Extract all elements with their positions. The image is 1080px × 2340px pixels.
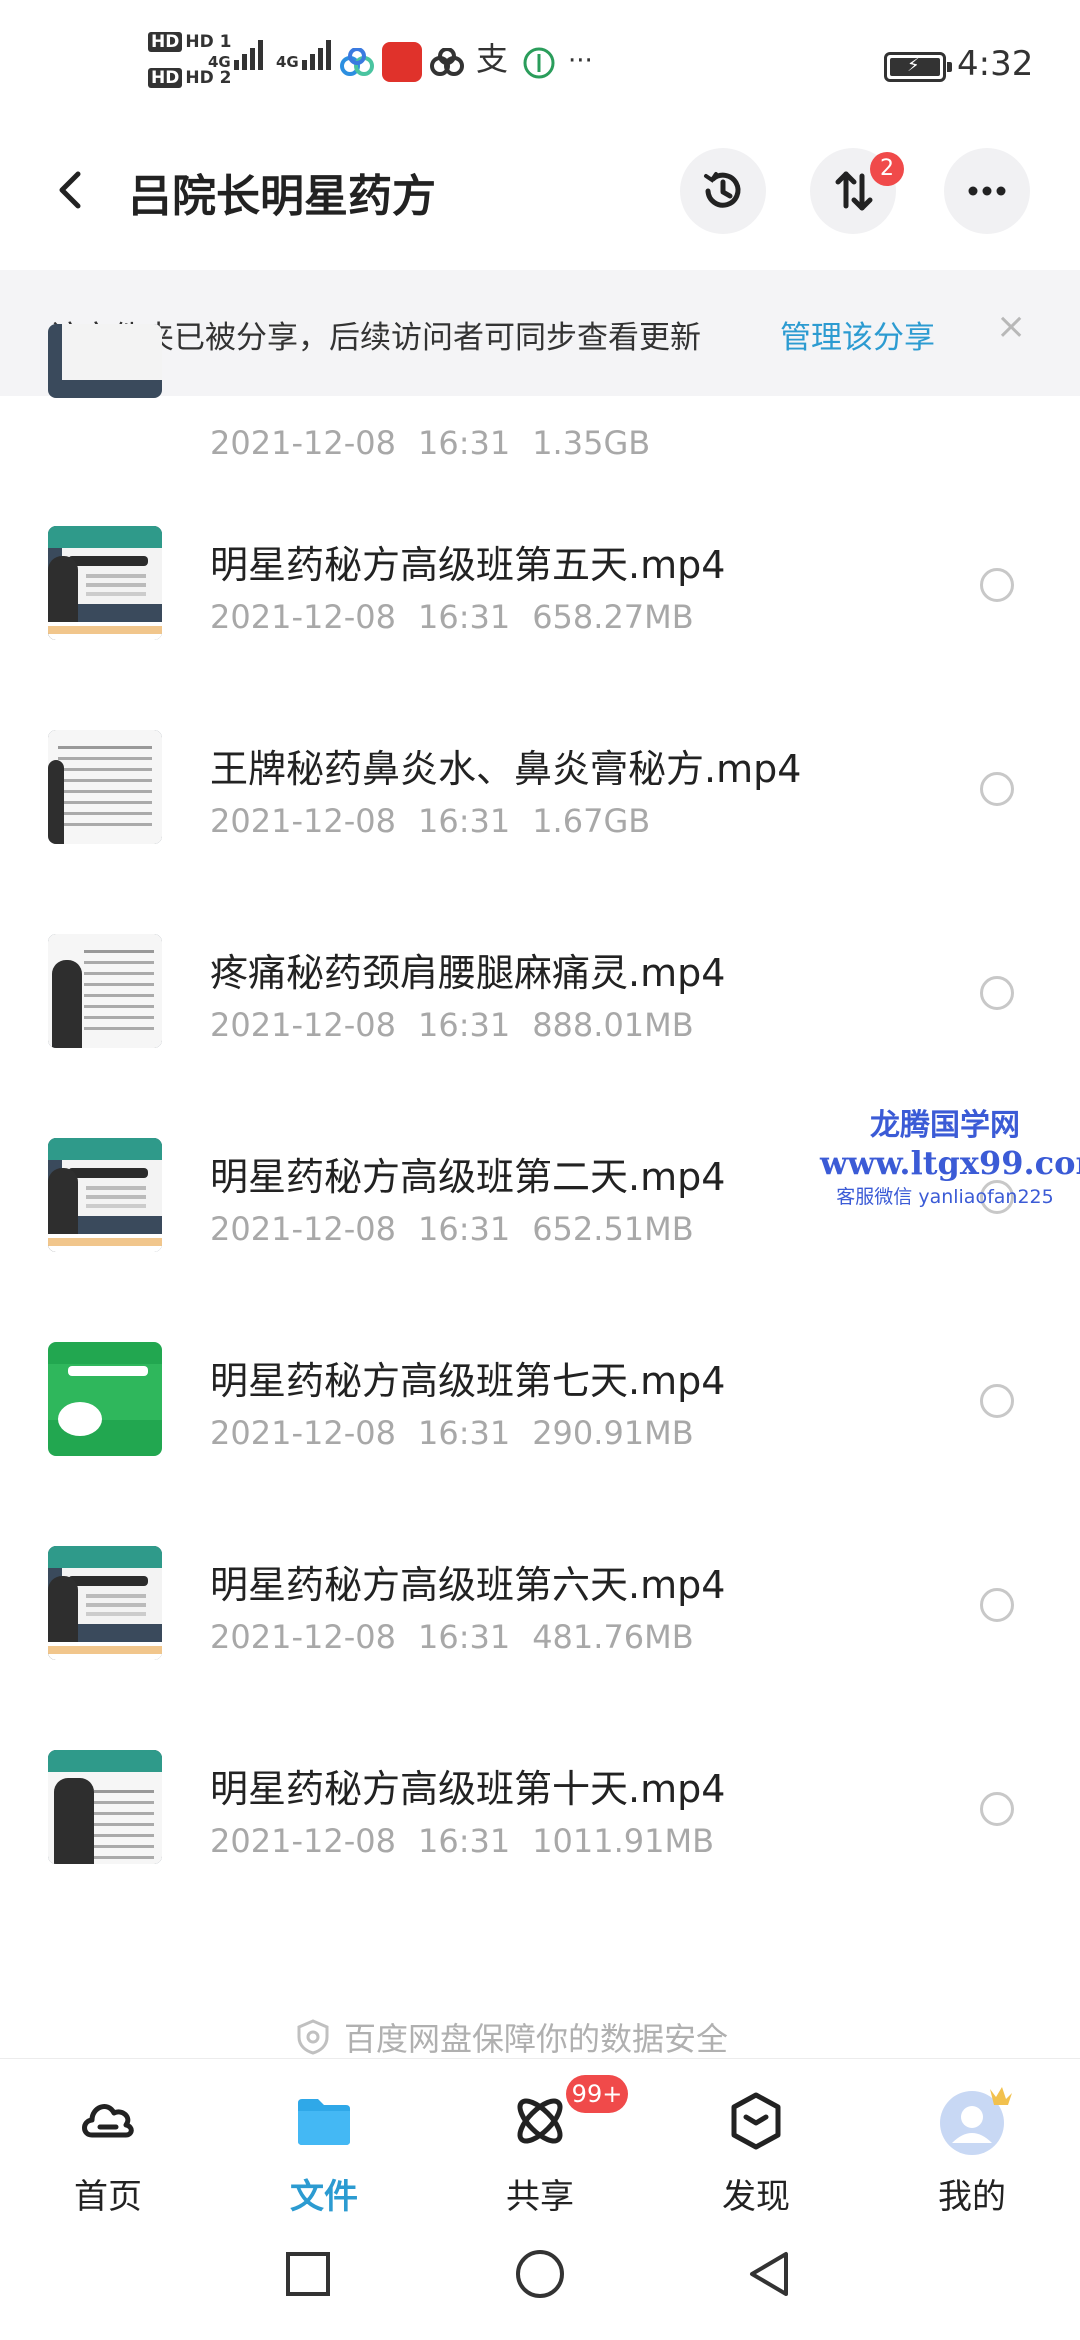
select-checkbox[interactable]: [980, 1588, 1014, 1622]
file-row[interactable]: 明星药秘方高级班第五天.mp4 2021-12-08 16:31 658.27MB: [0, 526, 1080, 730]
more-notifications-icon: ···: [568, 46, 593, 76]
watermark: 龙腾国学网 www.ltgx99.com 客服微信 yanliaofan225: [820, 1100, 1080, 1209]
more-icon: [968, 186, 1006, 196]
nav-home[interactable]: 首页: [0, 2059, 216, 2217]
file-name: 明星药秘方高级班第五天.mp4: [210, 543, 726, 587]
video-thumbnail: [48, 526, 162, 640]
bottom-nav: 首页 文件 共享 99+ 发现 我的: [0, 2058, 1080, 2217]
file-meta: 2021-12-08 16:31 1011.91MB: [210, 1822, 715, 1860]
status-bar: HD HD 1 HD HD 2 4G 4G 支 ··· ⚡ 4:32: [0, 0, 1080, 130]
file-name: 明星药秘方高级班第二天.mp4: [210, 1155, 726, 1199]
watermark-contact: 客服微信 yanliaofan225: [836, 1186, 1054, 1208]
select-checkbox[interactable]: [980, 1384, 1014, 1418]
file-meta: 2021-12-08 16:31 481.76MB: [210, 1618, 694, 1656]
file-name: 明星药秘方高级班第七天.mp4: [210, 1359, 726, 1403]
shield-icon: [297, 2019, 329, 2055]
signal-strength-2-icon: 4G: [276, 40, 334, 70]
history-button[interactable]: [680, 148, 766, 234]
baidu-netdisk-icon: [340, 48, 374, 76]
money-icon: [523, 47, 555, 79]
file-meta: 2021-12-08 16:31 1.67GB: [210, 802, 651, 840]
security-note: 百度网盘保障你的数据安全: [296, 2014, 728, 2060]
file-meta: 2021-12-08 16:31 652.51MB: [210, 1210, 694, 1248]
file-meta: 2021-12-08 16:31 888.01MB: [210, 1006, 694, 1044]
nav-profile[interactable]: 我的: [864, 2059, 1080, 2217]
cloud-icon: [430, 48, 464, 76]
back-triangle-icon[interactable]: [744, 2248, 796, 2300]
battery-icon: ⚡: [884, 52, 952, 82]
watermark-url: www.ltgx99.com: [820, 1144, 1080, 1182]
nav-discover[interactable]: 发现: [648, 2059, 864, 2217]
nav-share[interactable]: 共享 99+: [432, 2059, 648, 2217]
file-meta: 2021-12-08 16:31 658.27MB: [210, 598, 694, 636]
file-row[interactable]: 王牌秘药鼻炎水、鼻炎膏秘方.mp4 2021-12-08 16:31 1.67GB: [0, 730, 1080, 934]
video-thumbnail: [48, 1138, 162, 1252]
file-name: 明星药秘方高级班第六天.mp4: [210, 1563, 726, 1607]
home-cloud-icon: [82, 2104, 134, 2138]
file-name: 王牌秘药鼻炎水、鼻炎膏秘方.mp4: [210, 747, 802, 791]
select-checkbox[interactable]: [980, 772, 1014, 806]
header: 吕院长明星药方 2: [0, 140, 1080, 240]
back-icon[interactable]: [50, 168, 94, 212]
video-thumbnail: [48, 1546, 162, 1660]
select-checkbox[interactable]: [980, 976, 1014, 1010]
security-note-text: 百度网盘保障你的数据安全: [344, 2020, 729, 2058]
file-row[interactable]: 明星药秘方高级班第七天.mp4 2021-12-08 16:31 290.91MB: [0, 1342, 1080, 1546]
share-atom-icon: [517, 2098, 563, 2144]
file-meta: 2021-12-08 16:31 1.35GB: [210, 424, 651, 462]
file-name: 疼痛秘药颈肩腰腿麻痛灵.mp4: [210, 951, 726, 995]
video-thumbnail: [48, 730, 162, 844]
history-icon: [704, 172, 741, 208]
status-time: 4:32: [957, 44, 1034, 84]
more-options-button[interactable]: [944, 148, 1030, 234]
transfer-badge: 2: [870, 152, 904, 186]
alipay-icon: 支: [476, 40, 509, 78]
file-row[interactable]: 明星药秘方高级班第六天.mp4 2021-12-08 16:31 481.76MB: [0, 1546, 1080, 1750]
avatar-icon: [940, 2087, 1012, 2155]
select-checkbox[interactable]: [980, 568, 1014, 602]
video-thumbnail: [48, 1750, 162, 1864]
select-checkbox[interactable]: [980, 1792, 1014, 1826]
file-row[interactable]: 2021-12-08 16:31 1.35GB: [0, 324, 1080, 528]
nav-files[interactable]: 文件: [216, 2059, 432, 2217]
home-circle-icon[interactable]: [514, 2248, 566, 2300]
signal-strength-1-icon: 4G: [208, 40, 266, 70]
file-meta: 2021-12-08 16:31 290.91MB: [210, 1414, 694, 1452]
file-name: 明星药秘方高级班第十天.mp4: [210, 1767, 726, 1811]
sim2-indicator: HD HD 2: [148, 68, 231, 88]
video-thumbnail: [48, 1342, 162, 1456]
app-red-icon: [382, 42, 422, 82]
video-thumbnail: [48, 324, 162, 398]
file-row[interactable]: 明星药秘方高级班第十天.mp4 2021-12-08 16:31 1011.91MB: [0, 1750, 1080, 1954]
folder-icon: [298, 2099, 350, 2145]
recent-apps-icon[interactable]: [282, 2248, 334, 2300]
watermark-title: 龙腾国学网: [870, 1108, 1020, 1143]
system-navigation: [0, 2208, 1080, 2340]
share-badge: 99+: [566, 2075, 628, 2113]
video-thumbnail: [48, 934, 162, 1048]
page-title: 吕院长明星药方: [128, 171, 436, 222]
discover-cube-icon: [731, 2092, 781, 2150]
